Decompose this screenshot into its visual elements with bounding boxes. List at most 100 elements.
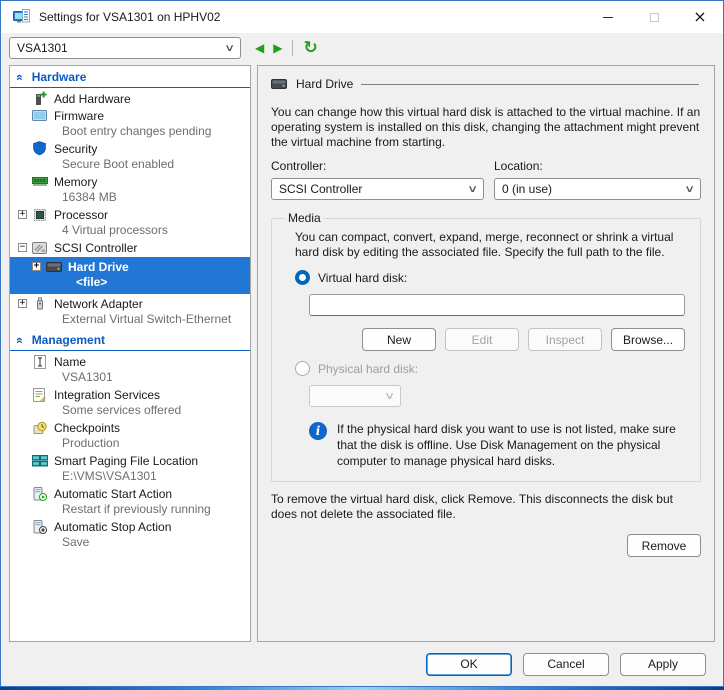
sidebar-section-management[interactable]: « Management (10, 332, 250, 351)
minimize-button[interactable] (585, 1, 631, 33)
memory-icon (31, 174, 48, 189)
sidebar-item-smart-paging[interactable]: Smart Paging File Location (10, 452, 250, 469)
sidebar-item-integration-services[interactable]: Integration Services (10, 386, 250, 403)
sidebar-item-checkpoints[interactable]: Checkpoints (10, 419, 250, 436)
minimize-icon (603, 17, 613, 18)
firmware-icon (31, 108, 48, 123)
sidebar-item-name[interactable]: Name (10, 353, 250, 370)
page-header: Hard Drive (271, 77, 701, 91)
window-title: Settings for VSA1301 on HPHV02 (39, 10, 220, 24)
refresh-icon[interactable]: ↻ (303, 40, 317, 57)
info-icon: i (309, 422, 327, 440)
vm-selector-value: VSA1301 (17, 41, 68, 55)
expand-toggle-icon[interactable]: + (18, 299, 27, 308)
sidebar-item-hard-drive-file: <file> (10, 275, 250, 291)
sidebar-item-add-hardware[interactable]: Add Hardware (10, 90, 250, 107)
location-select[interactable]: 0 (in use) ∨ (494, 178, 701, 200)
virtual-hard-disk-label: Virtual hard disk: (318, 271, 407, 285)
title-bar: Settings for VSA1301 on HPHV02 × (1, 1, 723, 33)
sidebar-item-processor[interactable]: + Processor (10, 206, 250, 223)
hard-drive-icon (271, 79, 287, 89)
sidebar-item-auto-stop-status: Save (10, 535, 250, 551)
media-groupbox: Media You can compact, convert, expand, … (271, 211, 701, 482)
sidebar-item-processor-status: 4 Virtual processors (10, 223, 250, 239)
controller-select[interactable]: SCSI Controller ∨ (271, 178, 484, 200)
dialog-footer: OK Cancel Apply (1, 642, 723, 686)
sidebar-item-auto-stop[interactable]: Automatic Stop Action (10, 518, 250, 535)
caption-buttons: × (585, 1, 723, 33)
inspect-button: Inspect (528, 328, 602, 351)
sidebar-item-memory[interactable]: Memory (10, 173, 250, 190)
apply-button[interactable]: Apply (620, 653, 706, 676)
vm-selector[interactable]: VSA1301 ∨ (9, 37, 241, 59)
network-adapter-icon (31, 296, 48, 311)
attachment-row: Controller: SCSI Controller ∨ Location: … (269, 159, 703, 200)
remove-row: Remove (269, 534, 703, 557)
remove-button[interactable]: Remove (627, 534, 701, 557)
sidebar-section-hardware[interactable]: « Hardware (10, 69, 250, 88)
navigate-forward-icon[interactable]: ▶ (273, 41, 282, 55)
location-value: 0 (in use) (502, 182, 552, 196)
sidebar-item-integration-services-status: Some services offered (10, 403, 250, 419)
edit-button: Edit (445, 328, 519, 351)
new-button[interactable]: New (362, 328, 436, 351)
scsi-controller-icon (31, 240, 48, 255)
collapse-chevron-icon: « (14, 337, 26, 343)
sidebar-item-memory-status: 16384 MB (10, 190, 250, 206)
close-button[interactable]: × (677, 1, 723, 33)
virtual-hard-disk-option: Virtual hard disk: (295, 270, 687, 285)
physical-disk-select: ∨ (309, 385, 401, 407)
section-title: Management (32, 333, 105, 347)
controller-label: Controller: (271, 159, 484, 173)
sidebar-item-network-adapter[interactable]: + Network Adapter (10, 295, 250, 312)
physical-disk-info: i If the physical hard disk you want to … (309, 421, 685, 469)
chevron-down-icon: ∨ (384, 391, 395, 402)
maximize-icon (650, 13, 659, 22)
content-area: « Hardware Add Hardware Firmware Boot en… (1, 63, 723, 642)
virtual-hard-disk-radio[interactable] (295, 270, 310, 285)
intro-text: You can change how this virtual hard dis… (271, 105, 701, 150)
shield-icon (31, 141, 48, 156)
hard-drive-icon (45, 259, 62, 274)
sidebar-item-firmware[interactable]: Firmware (10, 107, 250, 124)
sidebar-item-firmware-status: Boot entry changes pending (10, 124, 250, 140)
sidebar-item-checkpoints-status: Production (10, 436, 250, 452)
add-hardware-icon (31, 91, 48, 106)
processor-icon (31, 207, 48, 222)
chevron-down-icon: ∨ (467, 184, 478, 195)
vhd-actions: New Edit Inspect Browse... (285, 328, 685, 351)
sidebar-item-scsi-controller[interactable]: − SCSI Controller (10, 239, 250, 256)
sidebar-item-hard-drive[interactable]: + Hard Drive <file> (10, 257, 250, 294)
cancel-button[interactable]: Cancel (523, 653, 609, 676)
browse-button[interactable]: Browse... (611, 328, 685, 351)
vhd-path-input[interactable] (309, 294, 685, 316)
sidebar-item-auto-start[interactable]: Automatic Start Action (10, 485, 250, 502)
header-rule (361, 84, 699, 85)
media-description: You can compact, convert, expand, merge,… (295, 230, 687, 260)
hyperv-settings-icon (13, 9, 30, 25)
hard-drive-panel: Hard Drive You can change how this virtu… (257, 65, 715, 642)
maximize-button (631, 1, 677, 33)
info-text: If the physical hard disk you want to us… (337, 421, 685, 469)
page-title: Hard Drive (296, 77, 353, 91)
physical-hard-disk-option: Physical hard disk: (295, 361, 687, 376)
location-label: Location: (494, 159, 701, 173)
sidebar-item-security-status: Secure Boot enabled (10, 157, 250, 173)
section-title: Hardware (32, 70, 87, 84)
expand-toggle-icon[interactable]: + (32, 262, 41, 271)
settings-window: Settings for VSA1301 on HPHV02 × VSA1301… (0, 0, 724, 687)
chevron-down-icon: ∨ (224, 43, 235, 54)
desktop-background: Settings for VSA1301 on HPHV02 × VSA1301… (0, 0, 724, 690)
sidebar-item-security[interactable]: Security (10, 140, 250, 157)
settings-nav: « Hardware Add Hardware Firmware Boot en… (9, 65, 251, 642)
chevron-down-icon: ∨ (684, 184, 695, 195)
physical-hard-disk-label: Physical hard disk: (318, 362, 418, 376)
smart-paging-icon (31, 453, 48, 468)
collapse-toggle-icon[interactable]: − (18, 243, 27, 252)
expand-toggle-icon[interactable]: + (18, 210, 27, 219)
auto-start-icon (31, 486, 48, 501)
sidebar-item-auto-start-status: Restart if previously running (10, 502, 250, 518)
navigate-back-icon[interactable]: ◀ (255, 41, 264, 55)
ok-button[interactable]: OK (426, 653, 512, 676)
checkpoints-icon (31, 420, 48, 435)
